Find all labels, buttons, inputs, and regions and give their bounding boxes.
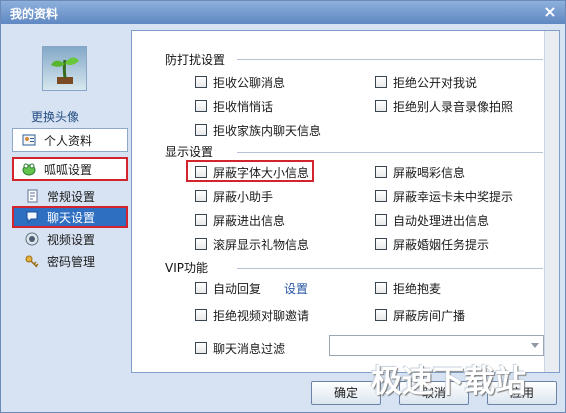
change-avatar-link[interactable]: 更换头像 xyxy=(31,108,111,125)
reject-public-chat-option[interactable]: 拒收公聊消息 xyxy=(195,74,285,90)
anti-disturb-section-title: 防打扰设置 xyxy=(165,53,226,67)
block-marriage-task-option[interactable]: 屏蔽婚姻任务提示 xyxy=(375,236,489,252)
settings-panel: 防打扰设置 拒收公聊消息 拒绝公开对我说 拒收悄悄话 拒绝别人录音录像拍照 拒收… xyxy=(131,30,560,373)
checkbox[interactable] xyxy=(195,124,207,136)
auto-reply-settings-link[interactable]: 设置 xyxy=(284,280,308,297)
camera-icon xyxy=(25,232,39,246)
chevron-down-icon xyxy=(531,343,539,348)
key-icon xyxy=(25,255,39,268)
sidebar-item-video-settings[interactable]: 视频设置 xyxy=(12,228,128,250)
avatar[interactable] xyxy=(42,46,87,91)
panel-scrollbar[interactable] xyxy=(544,31,559,372)
checkbox[interactable] xyxy=(375,309,387,321)
cancel-button[interactable]: 取消 xyxy=(399,381,469,405)
apply-button[interactable]: 应用 xyxy=(487,381,557,405)
checkbox[interactable] xyxy=(195,166,207,178)
checkbox[interactable] xyxy=(195,214,207,226)
reject-public-to-me-option[interactable]: 拒绝公开对我说 xyxy=(375,74,477,90)
ok-button[interactable]: 确定 xyxy=(311,381,381,405)
checkbox[interactable] xyxy=(195,190,207,202)
sidebar-item-label: 密码管理 xyxy=(47,254,96,269)
section-divider xyxy=(237,59,543,60)
sidebar-item-label: 个人资料 xyxy=(44,133,93,148)
profile-dialog: 我的资料 × 更换头像 个人资料 呱呱设置 常规设置 聊天设置 视频设置 密码管… xyxy=(0,0,566,413)
sidebar-item-label: 常规设置 xyxy=(47,189,96,204)
plant-icon xyxy=(50,57,79,84)
reject-whispers-option[interactable]: 拒收悄悄话 xyxy=(195,98,273,114)
message-filter-select[interactable] xyxy=(329,335,544,356)
section-divider xyxy=(237,268,543,269)
checkbox[interactable] xyxy=(195,100,207,112)
block-assistant-option[interactable]: 屏蔽小助手 xyxy=(195,188,273,204)
profile-card-icon xyxy=(22,134,36,146)
sidebar-item-password-management[interactable]: 密码管理 xyxy=(12,250,128,272)
sidebar-item-label: 视频设置 xyxy=(47,232,96,247)
checkbox[interactable] xyxy=(195,282,207,294)
checkbox[interactable] xyxy=(375,282,387,294)
checkbox[interactable] xyxy=(195,76,207,88)
chat-icon xyxy=(26,211,38,224)
sidebar-item-label: 聊天设置 xyxy=(47,210,96,225)
checkbox[interactable] xyxy=(375,190,387,202)
title-bar: 我的资料 × xyxy=(1,1,565,24)
checkbox[interactable] xyxy=(195,238,207,250)
chat-message-filter-option[interactable]: 聊天消息过滤 xyxy=(195,340,285,356)
checkbox[interactable] xyxy=(375,238,387,250)
reject-recording-option[interactable]: 拒绝别人录音录像拍照 xyxy=(375,98,513,114)
checkbox[interactable] xyxy=(195,342,207,354)
checkbox[interactable] xyxy=(375,166,387,178)
block-lucky-card-option[interactable]: 屏蔽幸运卡未中奖提示 xyxy=(375,188,513,204)
section-divider xyxy=(237,152,543,153)
close-button[interactable]: × xyxy=(542,3,558,21)
vip-section-title: VIP功能 xyxy=(165,261,208,275)
document-settings-icon xyxy=(27,189,38,203)
auto-enter-exit-option[interactable]: 自动处理进出信息 xyxy=(375,212,489,228)
display-section-title: 显示设置 xyxy=(165,145,214,159)
block-cheer-option[interactable]: 屏蔽喝彩信息 xyxy=(375,164,465,180)
window-title: 我的资料 xyxy=(10,7,59,21)
dialog-actions: 确定 取消 应用 xyxy=(1,375,565,412)
checkbox[interactable] xyxy=(375,76,387,88)
sidebar-item-chat-settings[interactable]: 聊天设置 xyxy=(12,206,128,228)
reject-family-chat-option[interactable]: 拒收家族内聊天信息 xyxy=(195,122,321,138)
checkbox[interactable] xyxy=(375,214,387,226)
block-font-size-option[interactable]: 屏蔽字体大小信息 xyxy=(195,164,309,180)
reject-hold-mic-option[interactable]: 拒绝抱麦 xyxy=(375,280,441,296)
reject-video-chat-option[interactable]: 拒绝视频对聊邀请 xyxy=(195,307,309,323)
checkbox[interactable] xyxy=(375,100,387,112)
block-enter-exit-option[interactable]: 屏蔽进出信息 xyxy=(195,212,285,228)
block-room-broadcast-option[interactable]: 屏蔽房间广播 xyxy=(375,307,465,323)
sidebar-item-profile[interactable]: 个人资料 xyxy=(12,128,128,152)
sidebar-item-guagua-settings[interactable]: 呱呱设置 xyxy=(12,157,128,181)
checkbox[interactable] xyxy=(195,309,207,321)
settings-sidebar: 更换头像 个人资料 呱呱设置 常规设置 聊天设置 视频设置 密码管理 xyxy=(7,31,129,371)
auto-reply-option[interactable]: 自动回复 设置 xyxy=(195,280,308,296)
frog-icon xyxy=(22,163,36,176)
sidebar-item-general-settings[interactable]: 常规设置 xyxy=(12,185,128,207)
sidebar-item-label: 呱呱设置 xyxy=(44,162,93,177)
scroll-gift-info-option[interactable]: 滚屏显示礼物信息 xyxy=(195,236,309,252)
